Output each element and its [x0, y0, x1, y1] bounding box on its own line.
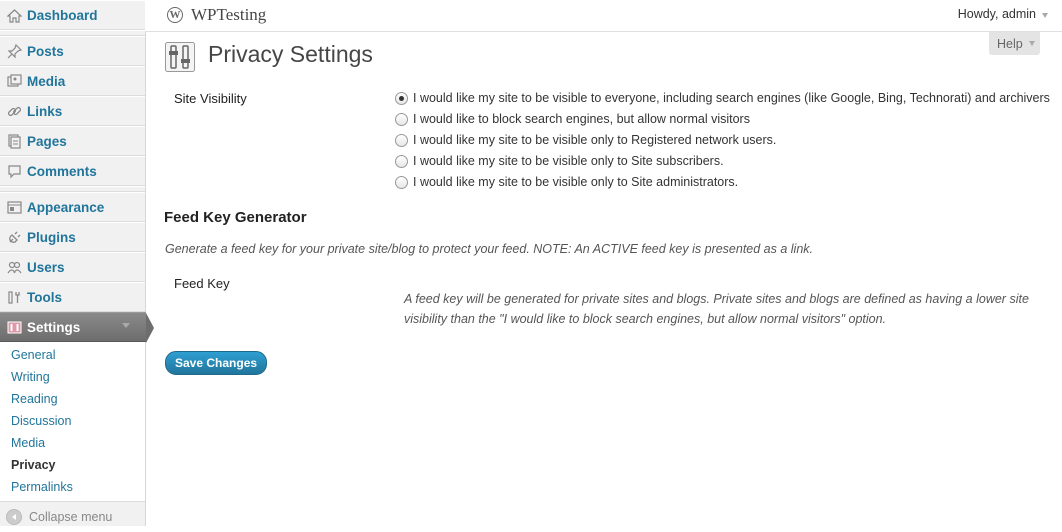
submenu-privacy[interactable]: Privacy [0, 454, 145, 476]
sidebar-item-appearance[interactable]: Appearance [0, 192, 145, 222]
comment-icon [6, 163, 23, 180]
option-label: I would like my site to be visible only … [413, 154, 724, 168]
pin-icon [6, 43, 23, 60]
sidebar-item-label: Comments [27, 163, 97, 179]
sidebar-item-settings[interactable]: Settings [0, 312, 154, 343]
visibility-option-everyone[interactable]: I would like my site to be visible to ev… [395, 91, 1050, 105]
option-label: I would like to block search engines, bu… [413, 112, 750, 126]
sidebar-item-pages[interactable]: Pages [0, 126, 145, 156]
collapse-arrow-icon [6, 509, 22, 525]
collapse-menu-label: Collapse menu [29, 510, 113, 524]
pages-icon [6, 133, 23, 150]
visibility-option-administrators[interactable]: I would like my site to be visible only … [395, 175, 738, 189]
media-icon [6, 73, 23, 90]
submenu-discussion[interactable]: Discussion [0, 410, 145, 432]
option-label: I would like my site to be visible only … [413, 133, 777, 147]
radio-button[interactable] [395, 133, 408, 147]
option-label: I would like my site to be visible to ev… [413, 91, 1050, 105]
dashboard-icon [6, 7, 23, 24]
sidebar-item-users[interactable]: Users [0, 252, 145, 282]
collapse-menu-button[interactable]: Collapse menu [0, 502, 145, 532]
admin-header: W WPTesting Howdy, admin [145, 0, 1062, 32]
page-title: Privacy Settings [208, 41, 373, 67]
sidebar-item-label: Pages [27, 133, 67, 149]
tools-icon [6, 289, 23, 306]
chevron-down-icon [1028, 41, 1035, 46]
sidebar-item-label: Dashboard [27, 7, 98, 23]
visibility-option-block-search[interactable]: I would like to block search engines, bu… [395, 112, 750, 126]
sidebar-item-links[interactable]: Links [0, 96, 145, 126]
feed-key-note: A feed key will be generated for private… [404, 292, 1029, 326]
submenu-writing[interactable]: Writing [0, 366, 145, 388]
users-icon [6, 259, 23, 276]
sidebar-item-label: Users [27, 259, 65, 275]
radio-button[interactable] [395, 154, 408, 168]
radio-button[interactable] [395, 175, 408, 189]
appearance-icon [6, 199, 23, 216]
feed-key-description: Generate a feed key for your private sit… [165, 242, 814, 256]
submenu-media[interactable]: Media [0, 432, 145, 454]
link-icon [6, 103, 23, 120]
sidebar-item-comments[interactable]: Comments [0, 156, 145, 186]
visibility-option-network-users[interactable]: I would like my site to be visible only … [395, 133, 776, 147]
sidebar-item-label: Tools [27, 289, 62, 305]
admin-sidebar: Dashboard Posts Media Links Pages Commen… [0, 0, 154, 526]
sidebar-item-dashboard[interactable]: Dashboard [0, 0, 145, 30]
feed-key-label: Feed Key [174, 276, 230, 291]
sidebar-item-tools[interactable]: Tools [0, 282, 145, 312]
collapse-submenu-icon[interactable] [122, 323, 130, 328]
sidebar-item-plugins[interactable]: Plugins [0, 222, 145, 252]
wordpress-logo-icon: W [167, 7, 183, 23]
sidebar-item-label: Links [27, 103, 63, 119]
settings-submenu: General Writing Reading Discussion Media… [0, 342, 145, 502]
save-changes-button[interactable]: Save Changes [165, 351, 268, 375]
radio-button[interactable] [395, 91, 408, 105]
help-label: Help [997, 36, 1023, 51]
sidebar-item-label: Plugins [27, 229, 76, 245]
plug-icon [6, 229, 23, 246]
option-label: I would like my site to be visible only … [413, 175, 739, 189]
sidebar-item-posts[interactable]: Posts [0, 36, 145, 66]
sidebar-item-label: Settings [27, 319, 81, 335]
site-title[interactable]: W WPTesting [167, 5, 266, 25]
site-visibility-label: Site Visibility [174, 91, 247, 106]
chevron-down-icon[interactable] [1042, 13, 1048, 18]
user-greeting[interactable]: Howdy, admin [958, 7, 1036, 21]
submenu-reading[interactable]: Reading [0, 388, 145, 410]
sidebar-item-label: Posts [27, 43, 64, 59]
sidebar-item-label: Appearance [27, 199, 105, 215]
radio-button[interactable] [395, 112, 408, 126]
visibility-option-subscribers[interactable]: I would like my site to be visible only … [395, 154, 724, 168]
settings-page-icon [165, 42, 195, 72]
submenu-permalinks[interactable]: Permalinks [0, 476, 145, 498]
settings-icon [6, 319, 23, 336]
sidebar-item-label: Media [27, 73, 66, 89]
site-title-text: WPTesting [191, 5, 267, 24]
submenu-general[interactable]: General [0, 344, 145, 366]
feed-key-heading: Feed Key Generator [164, 209, 307, 226]
sidebar-item-media[interactable]: Media [0, 66, 145, 96]
help-tab[interactable]: Help [989, 32, 1040, 55]
